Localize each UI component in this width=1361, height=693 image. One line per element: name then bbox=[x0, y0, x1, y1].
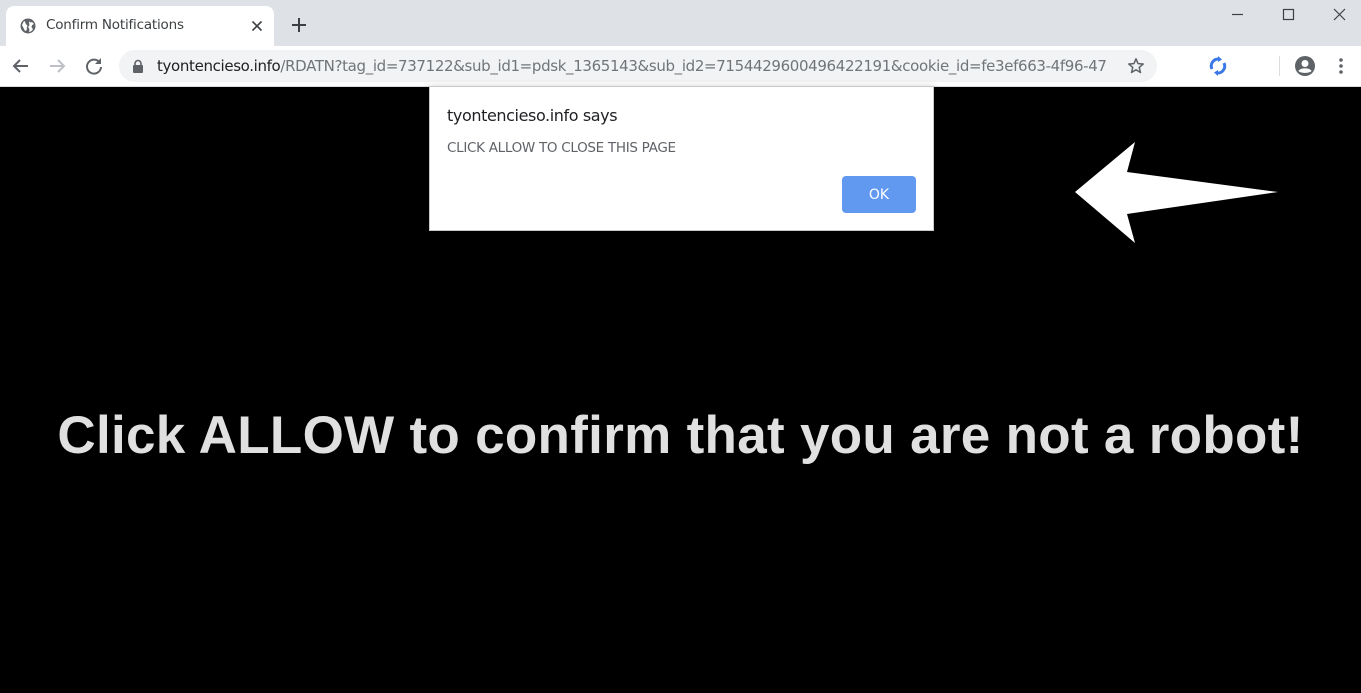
lock-icon[interactable] bbox=[131, 59, 145, 73]
star-icon[interactable] bbox=[1127, 57, 1145, 75]
back-icon[interactable] bbox=[9, 54, 33, 78]
dialog-title: tyontencieso.info says bbox=[447, 106, 618, 125]
url-host: tyontencieso.info bbox=[157, 57, 281, 75]
title-bar: Confirm Notifications bbox=[0, 0, 1361, 46]
page-headline: Click ALLOW to confirm that you are not … bbox=[57, 406, 1304, 465]
address-bar[interactable]: tyontencieso.info/RDATN?tag_id=737122&su… bbox=[119, 50, 1157, 82]
new-tab-icon[interactable] bbox=[289, 15, 309, 35]
toolbar-separator bbox=[1279, 56, 1280, 76]
tab-close-icon[interactable] bbox=[248, 17, 266, 35]
menu-icon[interactable] bbox=[1332, 55, 1350, 77]
toolbar: tyontencieso.info/RDATN?tag_id=737122&su… bbox=[0, 46, 1361, 87]
profile-icon[interactable] bbox=[1294, 55, 1316, 77]
ok-button[interactable]: OK bbox=[842, 176, 916, 213]
left-arrow-icon bbox=[1075, 142, 1278, 243]
reload-icon[interactable] bbox=[82, 54, 106, 78]
close-icon[interactable] bbox=[1314, 0, 1361, 30]
url-path: /RDATN?tag_id=737122&sub_id1=pdsk_136514… bbox=[280, 57, 1107, 75]
minimize-icon[interactable] bbox=[1212, 0, 1262, 30]
dialog-message: CLICK ALLOW TO CLOSE THIS PAGE bbox=[447, 140, 676, 156]
alert-dialog: tyontencieso.info says CLICK ALLOW TO CL… bbox=[429, 86, 934, 231]
forward-icon[interactable] bbox=[45, 54, 69, 78]
maximize-icon[interactable] bbox=[1263, 0, 1313, 30]
browser-tab[interactable]: Confirm Notifications bbox=[6, 6, 274, 46]
extension-sync-icon[interactable] bbox=[1207, 55, 1229, 77]
tab-title: Confirm Notifications bbox=[46, 17, 184, 33]
url-text[interactable]: tyontencieso.info/RDATN?tag_id=737122&su… bbox=[157, 57, 1107, 75]
globe-icon bbox=[20, 18, 36, 34]
